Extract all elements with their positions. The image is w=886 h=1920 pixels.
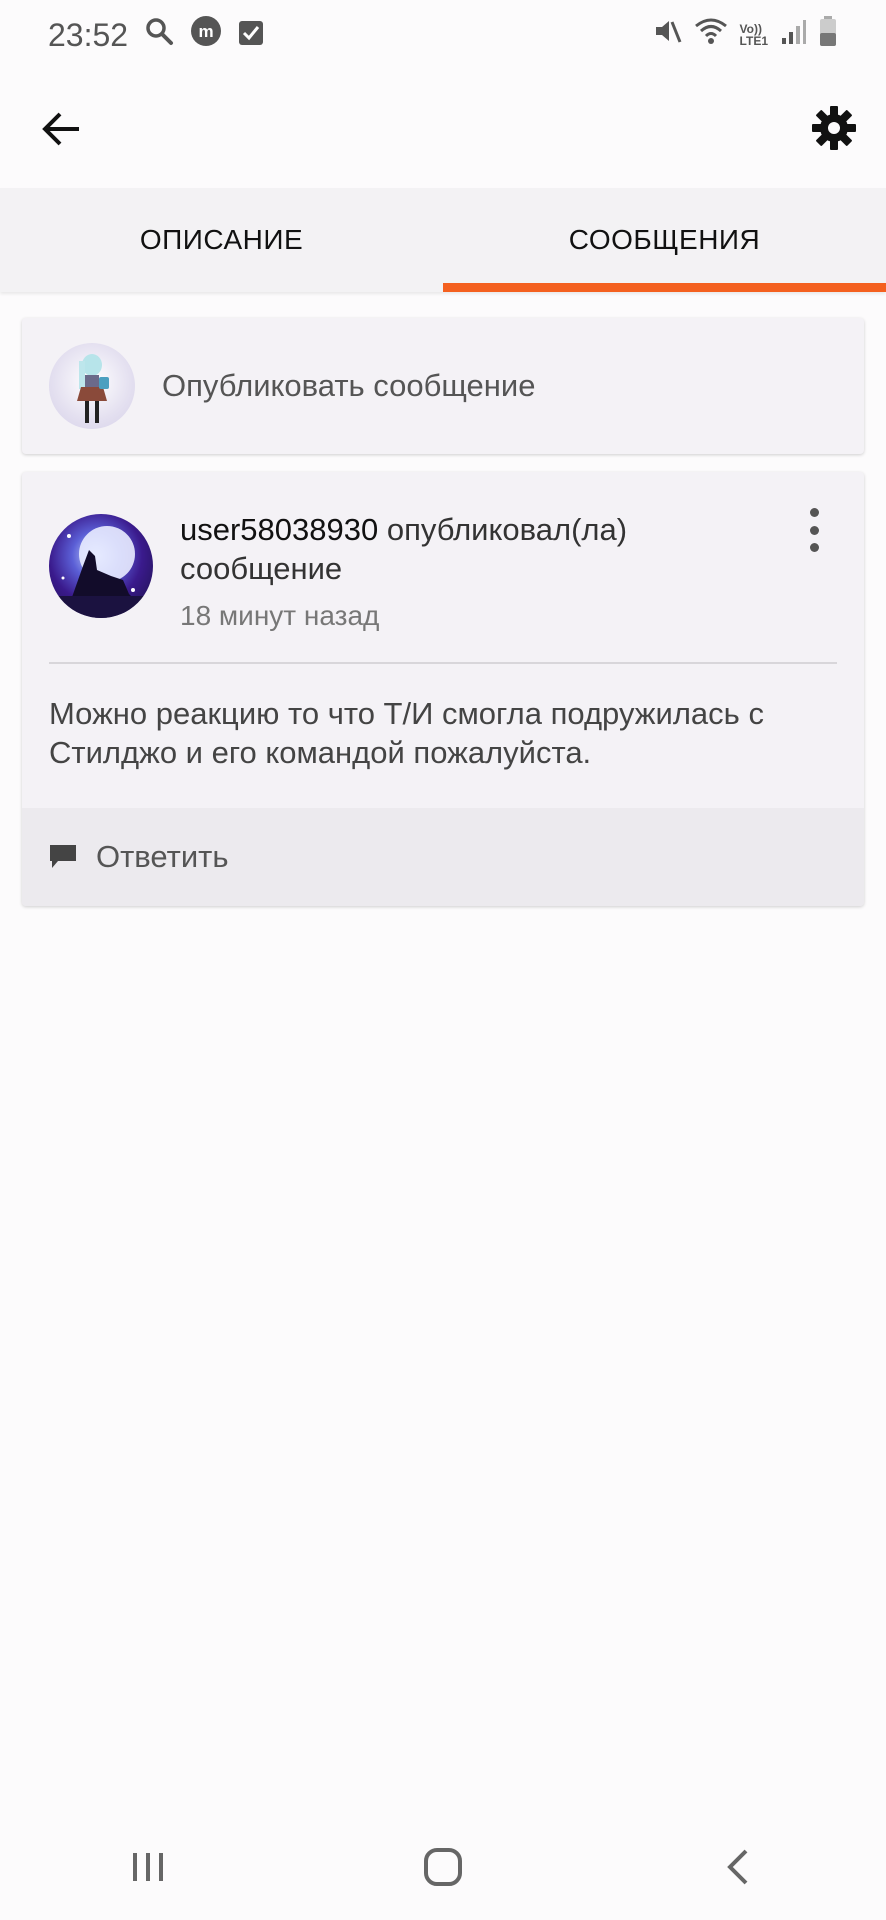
reply-button[interactable]: Ответить	[22, 808, 864, 906]
arrow-left-icon	[42, 112, 79, 146]
more-vert-dot	[809, 543, 819, 552]
post-header: user58038930 опубликовал(ла) сообщение	[180, 510, 780, 588]
battery-icon	[818, 15, 838, 55]
comment-icon	[50, 845, 76, 868]
search-icon	[144, 16, 174, 54]
app-bar	[0, 70, 886, 188]
volte-icon: Vo)) LTE1	[740, 23, 768, 47]
tab-messages-label: СООБЩЕНИЯ	[568, 224, 761, 255]
reply-label: Ответить	[96, 839, 229, 874]
post-card: user58038930 опубликовал(ла) сообщение 1…	[22, 472, 864, 906]
settings-button[interactable]	[802, 96, 866, 160]
status-left: 23:52 m	[48, 15, 264, 55]
recent-apps-button[interactable]	[103, 1827, 193, 1907]
tab-description[interactable]: ОПИСАНИЕ	[0, 188, 443, 292]
compose-placeholder: Опубликовать сообщение	[162, 368, 536, 403]
avatar	[49, 343, 135, 429]
compose-post-card[interactable]: Опубликовать сообщение	[22, 318, 864, 454]
signal-icon	[780, 17, 806, 54]
status-right: Vo)) LTE1	[652, 15, 838, 55]
system-nav-bar	[0, 1814, 886, 1920]
wifi-icon	[694, 16, 728, 54]
more-vert-icon	[809, 508, 819, 517]
status-time: 23:52	[48, 16, 129, 53]
back-nav-button[interactable]	[693, 1827, 783, 1907]
svg-text:m: m	[199, 22, 214, 41]
more-vert-dot	[809, 525, 819, 535]
recent-apps-icon	[132, 1853, 163, 1881]
gear-icon	[812, 106, 856, 150]
chevron-left-icon	[727, 1849, 748, 1885]
back-button[interactable]	[30, 98, 92, 160]
checkbox-icon	[238, 17, 264, 54]
tab-bar: ОПИСАНИЕ СООБЩЕНИЯ	[0, 188, 886, 292]
avatar[interactable]	[49, 514, 153, 618]
status-bar: 23:52 m Vo)) LTE1	[0, 0, 886, 70]
tab-messages[interactable]: СООБЩЕНИЯ	[443, 188, 886, 292]
more-options-button[interactable]	[804, 508, 824, 552]
post-timestamp: 18 минут назад	[180, 600, 380, 631]
divider	[49, 662, 837, 664]
post-body: Можно реакцию то что Т/И смогла подружил…	[49, 696, 764, 770]
messenger-app-icon: m	[190, 15, 222, 55]
home-icon	[423, 1848, 462, 1886]
volte-label-bottom: LTE1	[739, 34, 768, 48]
post-username[interactable]: user58038930	[180, 512, 378, 547]
tab-description-label: ОПИСАНИЕ	[139, 224, 304, 255]
home-button[interactable]	[398, 1827, 488, 1907]
mute-icon	[652, 16, 682, 54]
